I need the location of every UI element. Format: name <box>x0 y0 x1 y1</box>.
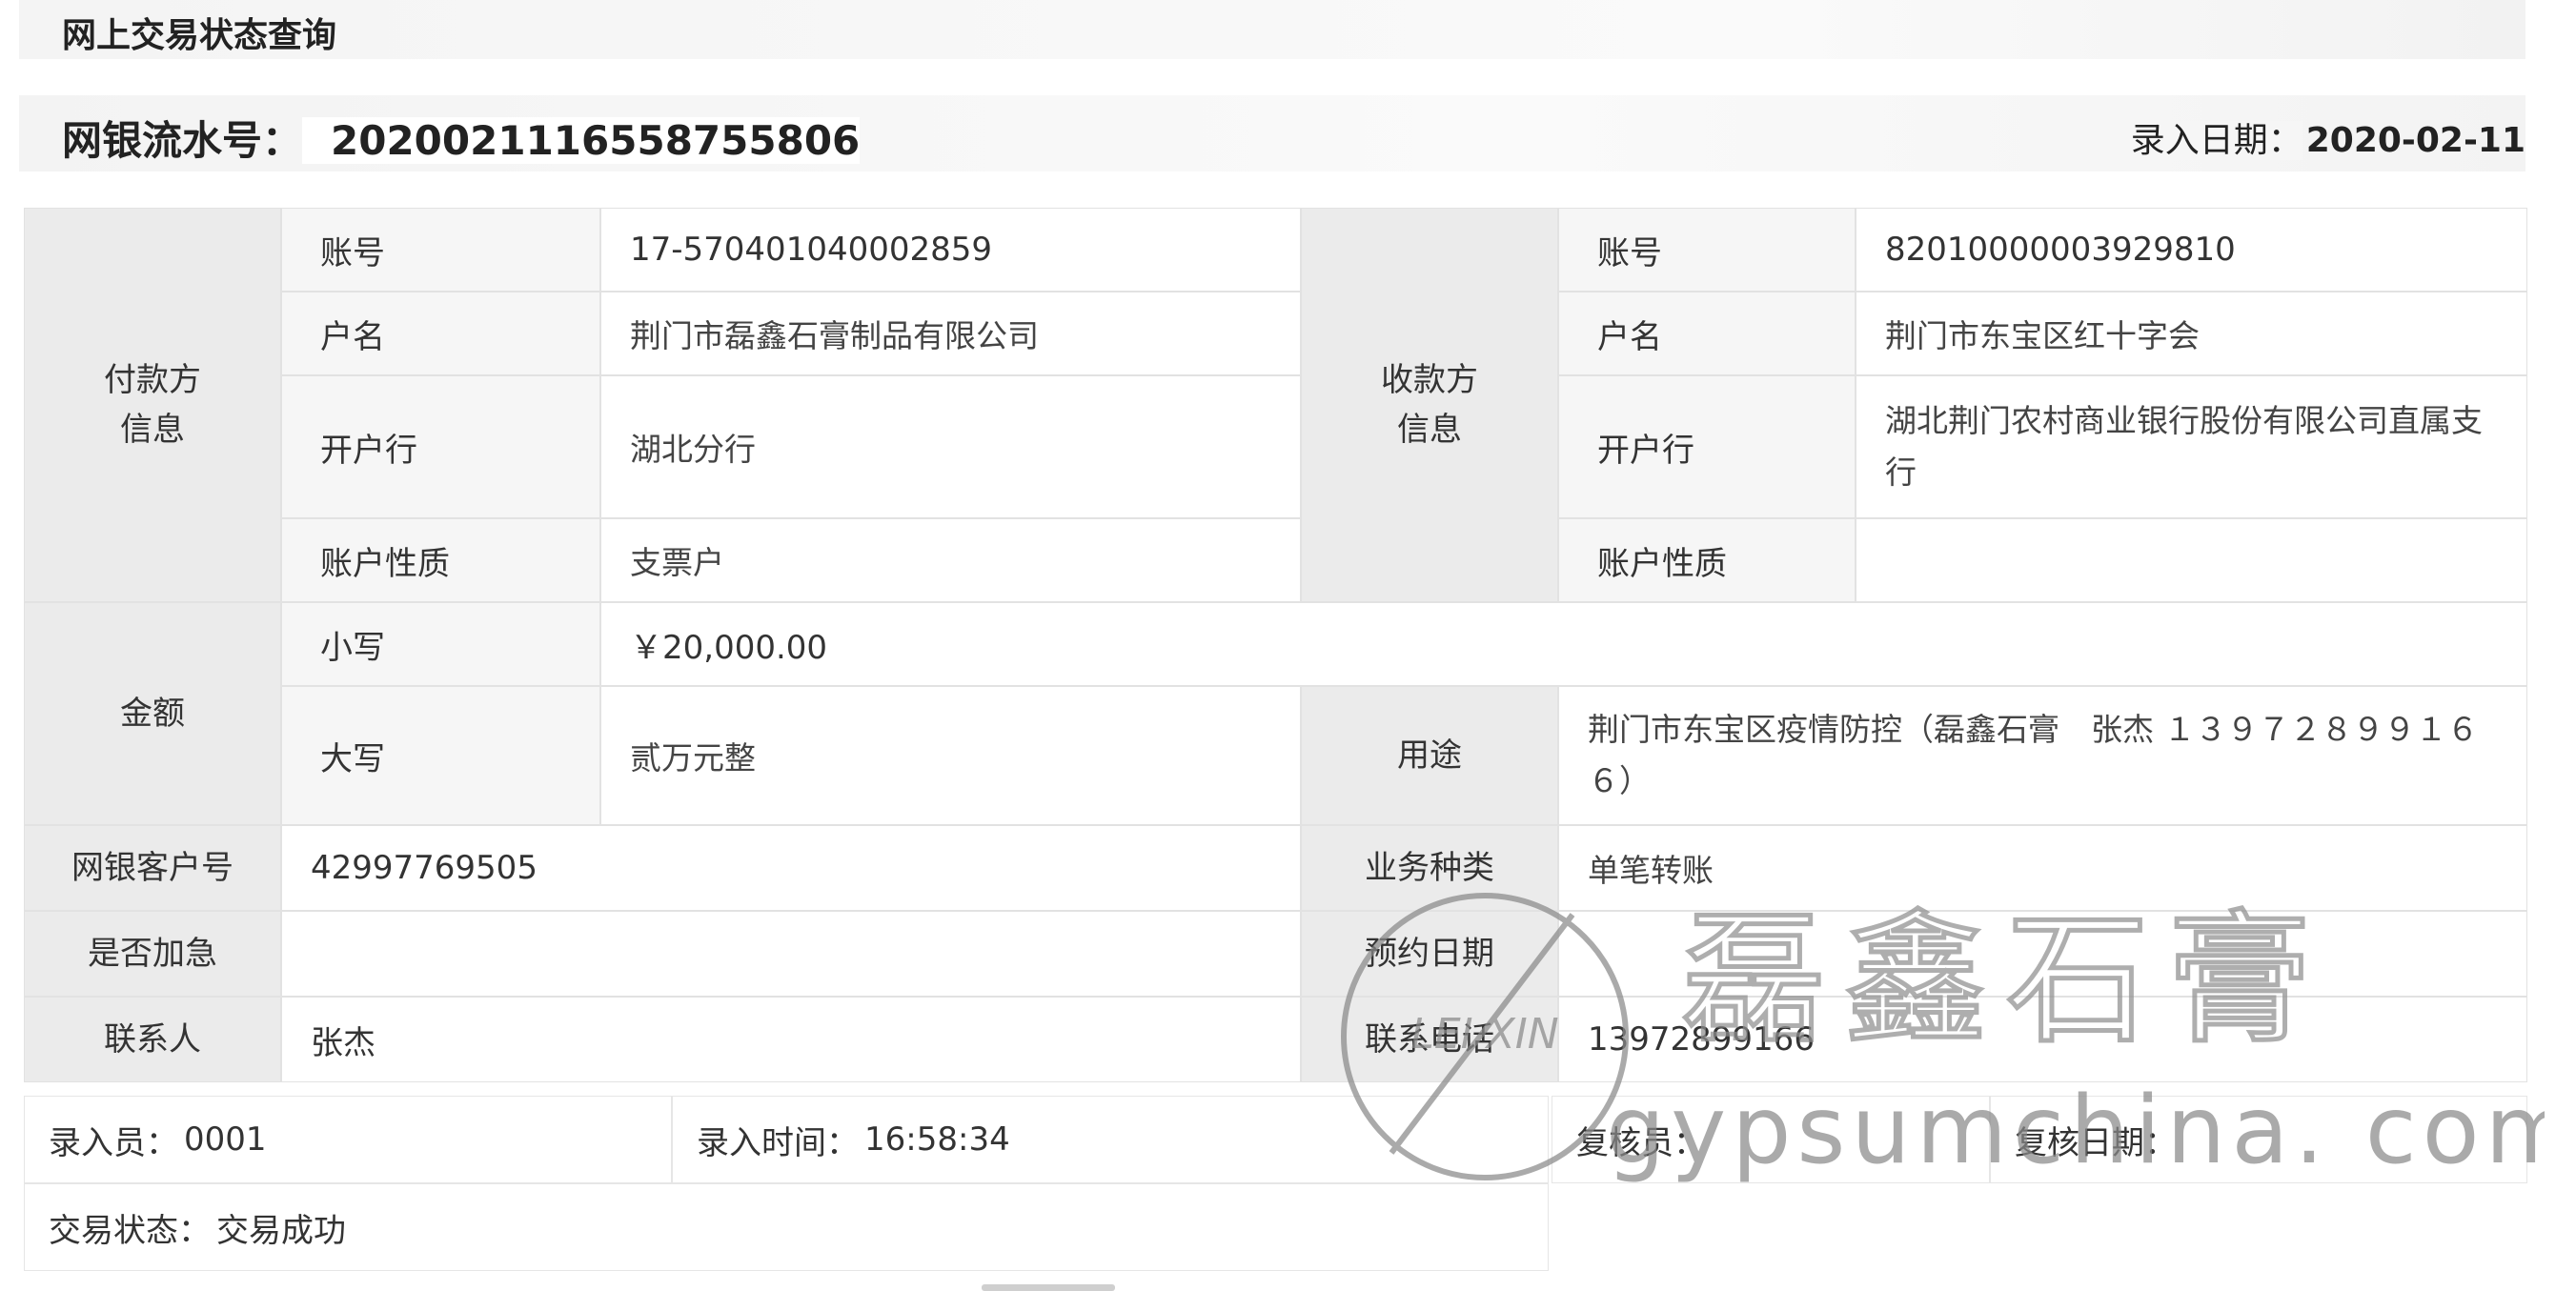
footer-info: 录入员： 0001 录入时间： 16:58:34 交易状态： 交易成功 <box>24 1096 1549 1277</box>
entry-time-label: 录入时间： <box>697 1123 859 1162</box>
review-fields: 复核员： 复核日期： <box>1552 1096 2527 1183</box>
urgent-label: 是否加急 <box>24 911 281 997</box>
amount-upper-label: 大写 <box>281 686 600 825</box>
payee-section-label: 收款方 信息 <box>1301 208 1558 602</box>
status-label: 交易状态： <box>49 1211 211 1250</box>
amount-section-label: 金额 <box>24 602 281 825</box>
payee-account-label: 账号 <box>1558 208 1856 292</box>
amount-upper-value: 贰万元整 <box>600 686 1301 825</box>
appointment-date-label: 预约日期 <box>1301 911 1558 997</box>
urgent-value <box>281 911 1301 997</box>
payer-section-label: 付款方 信息 <box>24 208 281 602</box>
status-field: 交易状态： 交易成功 <box>24 1183 1549 1271</box>
amount-lower-value: ￥20,000.00 <box>600 602 2527 686</box>
entry-time-value: 16:58:34 <box>864 1120 1010 1159</box>
entry-date-value: 2020-02-11 <box>2305 121 2525 160</box>
payee-bank-label: 开户行 <box>1558 375 1856 518</box>
reviewer-field: 复核员： <box>1552 1096 1990 1183</box>
serial-value: 2020021116558755806 <box>302 117 861 164</box>
business-type-value: 单笔转账 <box>1558 825 2527 911</box>
payee-account-value: 82010000003929810 <box>1856 208 2527 292</box>
client-no-value: 42997769505 <box>281 825 1301 911</box>
review-date-field: 复核日期： <box>1990 1096 2527 1183</box>
page-header: 网上交易状态查询 <box>19 0 2525 59</box>
payer-bank-value: 湖北分行 <box>600 375 1301 518</box>
serial-bar: 网银流水号： 2020021116558755806 录入日期： 2020-02-1… <box>19 95 2525 171</box>
payer-type-value: 支票户 <box>600 518 1301 602</box>
client-no-label: 网银客户号 <box>24 825 281 911</box>
payee-name-label: 户名 <box>1558 292 1856 375</box>
phone-label: 联系电话 <box>1301 997 1558 1082</box>
payee-type-value <box>1856 518 2527 602</box>
payer-account-value: 17-570401040002859 <box>600 208 1301 292</box>
purpose-value: 荆门市东宝区疫情防控（磊鑫石膏 张杰 １３９７２８９９１６６） <box>1558 686 2527 825</box>
entry-date-label: 录入日期： <box>2092 121 2302 160</box>
status-value: 交易成功 <box>216 1211 346 1250</box>
review-date-label: 复核日期： <box>2015 1123 2177 1162</box>
payer-bank-label: 开户行 <box>281 375 600 518</box>
contact-label: 联系人 <box>24 997 281 1082</box>
clerk-value: 0001 <box>184 1120 267 1159</box>
payer-name-value: 荆门市磊鑫石膏制品有限公司 <box>600 292 1301 375</box>
appointment-date-value <box>1558 911 2527 997</box>
business-type-label: 业务种类 <box>1301 825 1558 911</box>
contact-value: 张杰 <box>281 997 1301 1082</box>
payee-type-label: 账户性质 <box>1558 518 1856 602</box>
entry-time-field: 录入时间： 16:58:34 <box>672 1096 1549 1183</box>
page-title: 网上交易状态查询 <box>62 16 337 55</box>
payer-type-label: 账户性质 <box>281 518 600 602</box>
amount-lower-label: 小写 <box>281 602 600 686</box>
serial-number: 网银流水号： 2020021116558755806 <box>62 109 861 167</box>
entry-date: 录入日期： 2020-02-11 <box>2092 112 2525 162</box>
payer-name-label: 户名 <box>281 292 600 375</box>
reviewer-label: 复核员： <box>1576 1123 1706 1162</box>
horizontal-scroll-thumb[interactable] <box>982 1284 1115 1291</box>
serial-label: 网银流水号： <box>62 117 303 164</box>
payee-name-value: 荆门市东宝区红十字会 <box>1856 292 2527 375</box>
phone-value: 13972899166 <box>1558 997 2527 1082</box>
clerk-field: 录入员： 0001 <box>24 1096 672 1183</box>
payer-account-label: 账号 <box>281 208 600 292</box>
clerk-label: 录入员： <box>49 1123 178 1162</box>
transaction-table: 付款方 信息 账号 17-570401040002859 户名 荆门市磊鑫石膏制… <box>24 208 2527 1082</box>
purpose-label: 用途 <box>1301 686 1558 825</box>
payee-bank-value: 湖北荆门农村商业银行股份有限公司直属支行 <box>1856 375 2527 518</box>
